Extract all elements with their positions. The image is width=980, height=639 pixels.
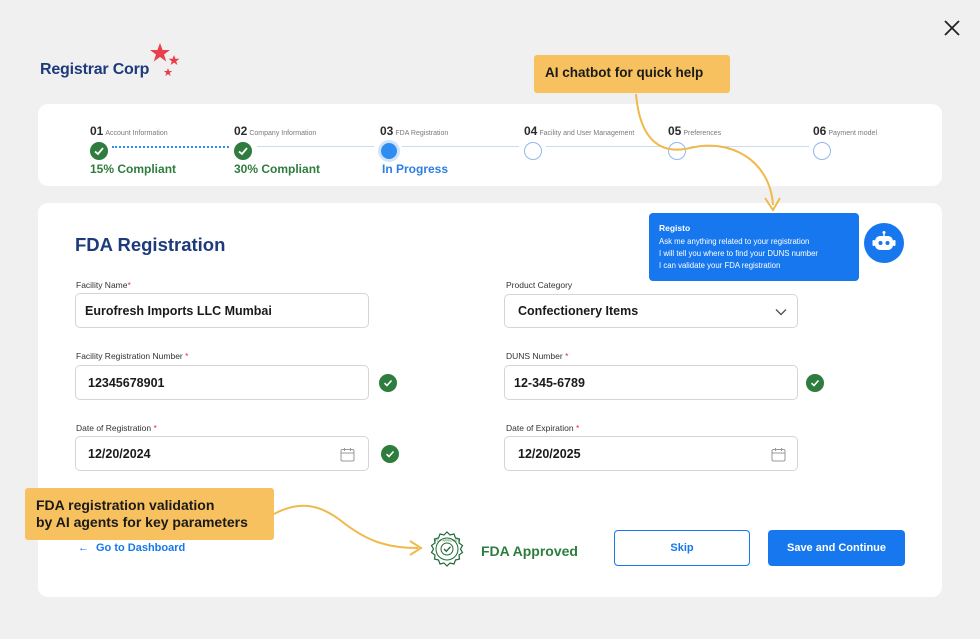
go-to-dashboard-label: Go to Dashboard — [96, 542, 186, 554]
step-number: 01 — [90, 124, 104, 138]
duns-number-input[interactable]: 12-345-6789 — [504, 365, 798, 400]
step-current-indicator — [381, 143, 397, 159]
date-registration-input[interactable]: 12/20/2024 — [75, 436, 369, 471]
step-status: 30% Compliant — [234, 162, 321, 176]
step-connector — [546, 146, 664, 147]
check-icon — [810, 379, 820, 387]
chatbot-line: I will tell you where to find your DUNS … — [659, 249, 819, 258]
step-pending-indicator — [813, 142, 831, 160]
facility-reg-number-label: Facility Registration Number * — [76, 351, 189, 361]
step-connector — [112, 146, 229, 148]
step-status: In Progress — [382, 162, 449, 176]
product-category-label: Product Category — [506, 280, 573, 290]
step-complete-indicator — [234, 142, 252, 160]
facility-name-label: Facility Name* — [76, 280, 131, 290]
step-status: 15% Compliant — [90, 162, 177, 176]
brand-logo: Registrar Corp — [40, 43, 190, 83]
chatbot-button[interactable] — [864, 223, 904, 263]
skip-button[interactable]: Skip — [614, 530, 750, 566]
step-5[interactable]: 05 Preferences — [668, 122, 722, 160]
step-1[interactable]: 01 Account Information 15% Compliant — [90, 122, 176, 176]
step-label: Account Information — [105, 130, 168, 137]
calendar-icon[interactable] — [771, 447, 786, 462]
validated-check-icon — [806, 374, 824, 392]
step-3[interactable]: 03 FDA Registration In Progress — [380, 122, 449, 176]
facility-reg-number-input[interactable]: 12345678901 — [75, 365, 369, 400]
facility-reg-number-value: 12345678901 — [88, 375, 165, 390]
validated-check-icon — [381, 445, 399, 463]
go-to-dashboard-link[interactable]: ← Go to Dashboard — [78, 542, 185, 554]
step-pending-indicator — [524, 142, 542, 160]
check-icon — [94, 147, 104, 156]
facility-name-value: Eurofresh Imports LLC Mumbai — [85, 303, 272, 318]
date-expiration-label: Date of Expiration * — [506, 423, 580, 433]
facility-name-input[interactable]: Eurofresh Imports LLC Mumbai — [75, 293, 369, 328]
page-title: FDA Registration — [75, 234, 226, 255]
robot-icon — [872, 231, 896, 250]
duns-number-label: DUNS Number * — [506, 351, 569, 361]
validated-check-icon — [379, 374, 397, 392]
chatbot-annotation: AI chatbot for quick help — [534, 55, 730, 93]
date-expiration-input[interactable]: 12/20/2025 — [504, 436, 798, 471]
step-label: FDA Registration — [395, 130, 449, 137]
step-pending-indicator — [668, 142, 686, 160]
brand-name: Registrar Corp — [40, 61, 150, 78]
close-icon — [944, 20, 960, 36]
step-label: Preferences — [683, 130, 722, 137]
step-number: 03 — [380, 124, 394, 138]
date-registration-label: Date of Registration * — [76, 423, 157, 433]
chatbot-name: Registo — [659, 223, 691, 233]
arrow-left-icon: ← — [78, 542, 89, 554]
calendar-icon[interactable] — [340, 447, 355, 462]
step-number: 04 — [524, 124, 538, 138]
product-category-value: Confectionery Items — [518, 304, 639, 318]
svg-text:FDA APPROVED: FDA APPROVED — [435, 538, 459, 542]
step-6[interactable]: 06 Payment model — [813, 122, 877, 160]
check-icon — [383, 379, 393, 387]
step-label: Payment model — [828, 130, 877, 137]
step-connector — [402, 146, 519, 147]
date-expiration-value: 12/20/2025 — [518, 446, 581, 461]
chatbot-line: Ask me anything related to your registra… — [659, 237, 810, 246]
step-number: 02 — [234, 124, 248, 138]
step-connector — [257, 146, 374, 147]
step-label: Facility and User Management — [539, 130, 635, 137]
step-connector — [691, 146, 809, 147]
close-button[interactable] — [940, 16, 964, 40]
chevron-down-icon — [775, 309, 787, 316]
step-label: Company Information — [249, 130, 317, 137]
date-registration-value: 12/20/2024 — [88, 446, 151, 461]
product-category-select[interactable]: Confectionery Items — [504, 294, 798, 328]
chatbot-message: Registo Ask me anything related to your … — [649, 213, 859, 281]
save-and-continue-button[interactable]: Save and Continue — [768, 530, 905, 566]
step-complete-indicator — [90, 142, 108, 160]
approved-seal-icon: FDA APPROVED — [428, 530, 466, 573]
check-icon — [238, 147, 248, 156]
fda-approved-label: FDA Approved — [481, 543, 578, 559]
step-2[interactable]: 02 Company Information 30% Compliant — [234, 122, 320, 176]
logo-stars-icon — [150, 43, 180, 76]
validation-annotation: FDA registration validation by AI agents… — [25, 488, 274, 540]
chatbot-line: I can validate your FDA registration — [659, 261, 781, 270]
step-number: 06 — [813, 124, 827, 138]
step-number: 05 — [668, 124, 682, 138]
duns-number-value: 12-345-6789 — [514, 375, 585, 390]
step-4[interactable]: 04 Facility and User Management — [524, 122, 635, 160]
check-icon — [385, 450, 395, 458]
